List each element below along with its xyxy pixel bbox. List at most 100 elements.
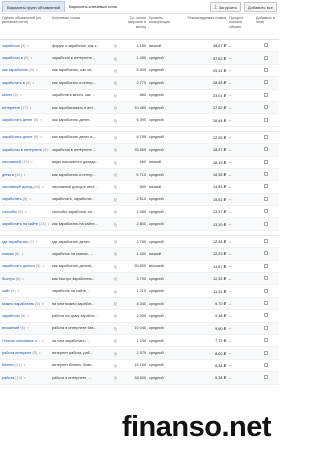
tab-keyword-ideas[interactable]: Варианты ключевых слов [65, 1, 121, 12]
add-to-plan-checkbox[interactable] [264, 184, 268, 189]
header-competition[interactable]: Уровень конкуренции [147, 14, 185, 39]
ad-group-link[interactable]: заработок в интернете [2, 148, 42, 152]
caret-down-icon[interactable]: ▾ [33, 81, 35, 85]
table-row[interactable]: заработать деньги (9) ▾ как заработать д… [0, 261, 279, 274]
add-all-button[interactable]: Добавить все [243, 2, 277, 12]
add-to-plan-checkbox[interactable] [264, 325, 268, 330]
ad-group-link[interactable]: заработать на сайте [2, 222, 38, 226]
ad-group-link[interactable]: где заработать [2, 240, 28, 244]
caret-down-icon[interactable]: ▾ [30, 197, 32, 201]
add-to-plan-checkbox[interactable] [264, 105, 268, 110]
ad-group-link[interactable]: работа [2, 376, 14, 380]
table-row[interactable]: заработать денег (5) ▾ как заработать де… [0, 114, 279, 127]
chart-icon[interactable]: ⊵ [114, 172, 117, 177]
caret-down-icon[interactable]: ▾ [18, 289, 20, 293]
table-row[interactable]: можно заработать (6) ▾ на чем можно зара… [0, 297, 279, 311]
chart-icon[interactable]: ⊵ [114, 93, 117, 98]
caret-down-icon[interactable]: ▾ [30, 106, 32, 110]
ad-group-link[interactable]: заработать [2, 197, 22, 201]
add-to-plan-checkbox[interactable] [264, 55, 268, 60]
caret-down-icon[interactable]: ▾ [31, 160, 33, 164]
caret-down-icon[interactable]: ▾ [23, 277, 25, 281]
table-row[interactable]: заработать денег (8) ▾ как заработать де… [0, 132, 279, 145]
chart-icon[interactable]: ⊵ [114, 43, 117, 48]
chart-icon[interactable]: ⊵ [114, 326, 117, 331]
add-to-plan-checkbox[interactable] [264, 350, 268, 355]
caret-down-icon[interactable]: ▾ [28, 314, 30, 318]
table-row[interactable]: много (8) ▾ заработать много, как ... ⊵ … [0, 90, 279, 102]
table-row[interactable]: заработок в интернете (8) ▾ заработок в … [0, 144, 279, 157]
chart-icon[interactable]: ⊵ [114, 118, 117, 123]
table-row[interactable]: интернете (17) ▾ как зарабатывать в инт.… [0, 101, 279, 115]
header-searches[interactable]: Ср. число запросов в месяц [119, 14, 147, 39]
table-row[interactable]: заработок (8) ▾ работа на дому заработ..… [0, 310, 279, 323]
ad-group-link[interactable]: Плохое ключевые с... [2, 339, 40, 343]
caret-down-icon[interactable]: ▾ [20, 93, 22, 97]
caret-down-icon[interactable]: ▾ [40, 135, 42, 139]
caret-down-icon[interactable]: ▾ [39, 351, 41, 355]
table-row[interactable]: вложений (6) ▾ работа в интернете без...… [0, 322, 279, 335]
chart-icon[interactable]: ⊵ [114, 239, 117, 244]
ad-group-link[interactable]: заработок [2, 314, 20, 318]
ad-group-link[interactable]: деньги [2, 173, 14, 177]
chart-icon[interactable]: ⊵ [114, 209, 117, 214]
ad-group-link[interactable]: заработать в [2, 81, 25, 85]
caret-down-icon[interactable]: ▾ [31, 56, 33, 60]
chart-icon[interactable]: ⊵ [114, 264, 117, 269]
add-to-plan-checkbox[interactable] [264, 80, 268, 85]
table-row[interactable]: пассивный доход (15) ▾ пассивный доход в… [0, 181, 279, 194]
chart-icon[interactable]: ⊵ [114, 375, 117, 380]
ad-group-link[interactable]: как заработать [2, 68, 28, 72]
add-to-plan-checkbox[interactable] [264, 92, 268, 97]
header-keywords[interactable]: Ключевые слова [50, 14, 112, 39]
add-to-plan-checkbox[interactable] [264, 362, 268, 367]
add-to-plan-checkbox[interactable] [264, 263, 268, 268]
add-to-plan-checkbox[interactable] [264, 43, 268, 48]
chart-icon[interactable]: ⊵ [114, 105, 117, 110]
ad-group-link[interactable]: можно заработать [2, 302, 34, 306]
table-row[interactable]: способы (8) ▾ способы заработка, сп... ⊵… [0, 206, 279, 219]
header-bid[interactable]: Рекомендуемая ставка [185, 14, 227, 39]
chart-icon[interactable]: ⊵ [114, 338, 117, 343]
add-to-plan-checkbox[interactable] [264, 221, 268, 226]
caret-down-icon[interactable]: ▾ [42, 185, 44, 189]
header-impression-share[interactable]: Процент показов объявл. [227, 14, 254, 39]
chart-icon[interactable]: ⊵ [114, 68, 117, 73]
ad-group-link[interactable]: бизнес [2, 363, 14, 367]
add-to-plan-checkbox[interactable] [264, 117, 268, 122]
add-to-plan-checkbox[interactable] [264, 209, 268, 214]
ad-group-link[interactable]: интернете [2, 106, 20, 110]
add-to-plan-checkbox[interactable] [264, 134, 268, 139]
header-ad-groups[interactable]: Группы объявлений (по релевантности) [0, 14, 50, 39]
add-to-plan-checkbox[interactable] [264, 172, 268, 177]
table-row[interactable]: Плохое ключевые с... ▾ на чем заработать… [0, 335, 279, 348]
chart-icon[interactable]: ⊵ [114, 56, 117, 61]
table-row[interactable]: заработать (8) ▾ заработать, заработат..… [0, 193, 279, 207]
table-row[interactable]: заработать в (6) ▾ как заработать в инте… [0, 77, 279, 90]
chart-icon[interactable]: ⊵ [114, 313, 117, 318]
chart-icon[interactable]: ⊵ [114, 222, 117, 227]
ad-group-link[interactable]: заработок [2, 44, 20, 48]
caret-down-icon[interactable]: ▾ [28, 44, 30, 48]
add-to-plan-checkbox[interactable] [264, 375, 268, 380]
ad-group-link[interactable]: кликах [2, 252, 14, 256]
ad-group-link[interactable]: заработать деньги [2, 264, 35, 268]
ad-group-link[interactable]: вложений [2, 326, 19, 330]
ad-group-link[interactable]: способы [2, 210, 17, 214]
add-to-plan-checkbox[interactable] [264, 159, 268, 164]
table-row[interactable]: где заработать (7) ▾ где заработать дене… [0, 236, 279, 249]
add-to-plan-checkbox[interactable] [264, 239, 268, 244]
caret-down-icon[interactable]: ▾ [36, 240, 38, 244]
table-row[interactable]: работа интернет (5) ▾ интернет работа, р… [0, 347, 279, 360]
ad-group-link[interactable]: пассивный [2, 160, 21, 164]
tab-ad-group-ideas[interactable]: Варианты групп объявлений [2, 1, 66, 12]
add-to-plan-checkbox[interactable] [264, 196, 268, 201]
add-to-plan-checkbox[interactable] [264, 313, 268, 318]
chart-icon[interactable]: ⊵ [114, 289, 117, 294]
caret-down-icon[interactable]: ▾ [25, 210, 27, 214]
add-to-plan-checkbox[interactable] [264, 67, 268, 72]
add-to-plan-checkbox[interactable] [264, 288, 268, 293]
table-row[interactable]: бизнес (11) ▾ интернет бизнес, бизн... ⊵… [0, 360, 279, 373]
caret-down-icon[interactable]: ▾ [40, 118, 42, 122]
table-row[interactable]: работа (13) ▾ работа в интернете, ... ⊵ … [0, 372, 279, 385]
